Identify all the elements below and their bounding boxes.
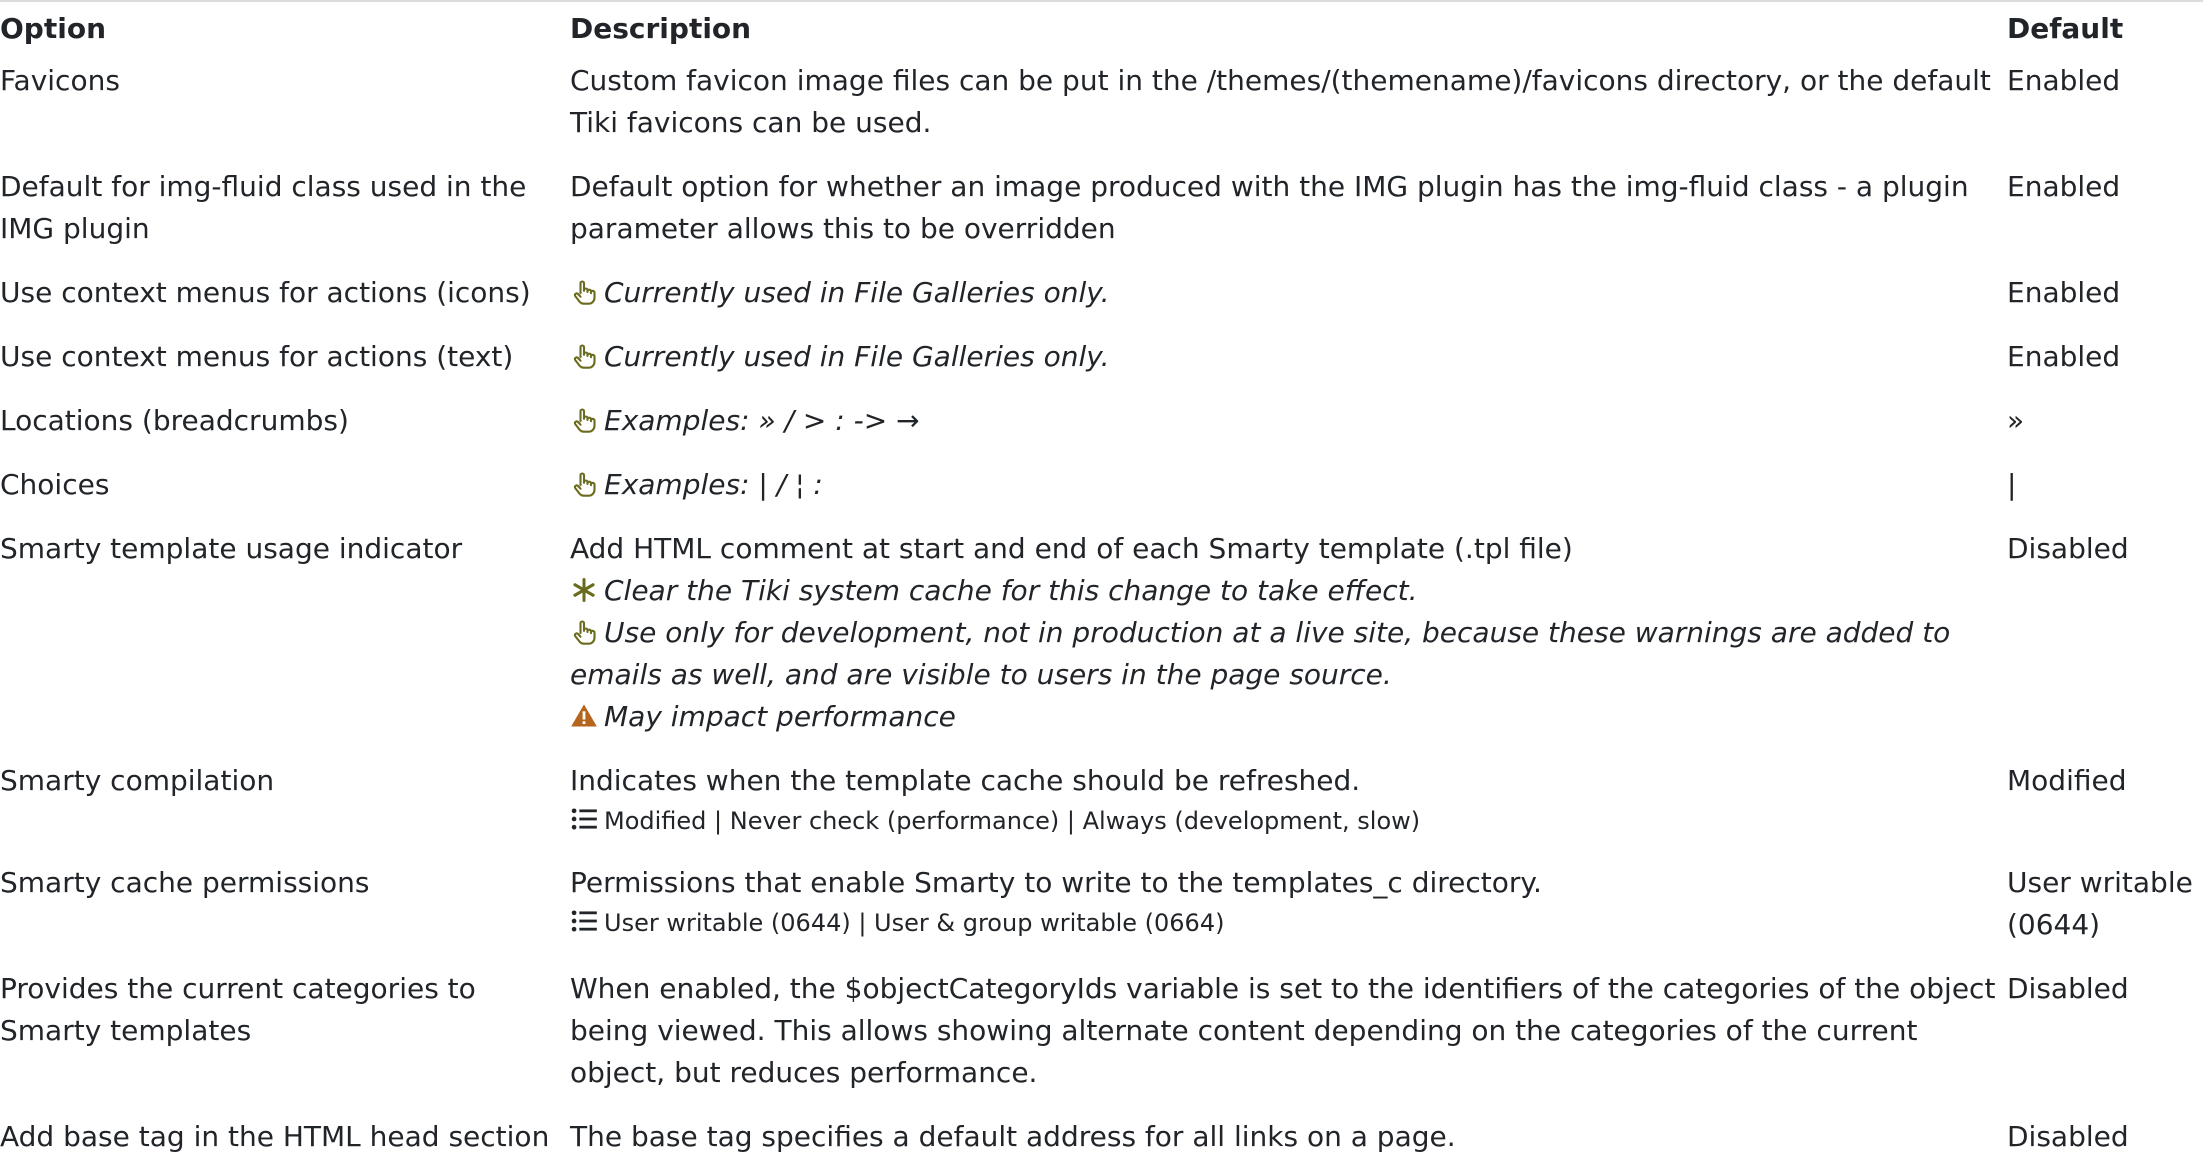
option-description: When enabled, the $objectCategoryIds var… <box>562 958 1999 1106</box>
option-name: Default for img-fluid class used in the … <box>0 170 527 245</box>
description-text: When enabled, the $objectCategoryIds var… <box>570 972 1996 1089</box>
description-text: Indicates when the template cache should… <box>570 764 1361 797</box>
header-option: Option <box>0 12 106 45</box>
option-values-text: Modified | Never check (performance) | A… <box>604 807 1421 835</box>
list-icon <box>570 805 598 833</box>
hand-pointer-icon <box>570 406 598 434</box>
option-name: Add base tag in the HTML head section <box>0 1120 550 1153</box>
table-row: Choices Examples: | / ¦ : | <box>0 454 2203 518</box>
description-text: Default option for whether an image prod… <box>570 170 1969 245</box>
default-value: Disabled <box>2007 532 2129 565</box>
description-text: Custom favicon image files can be put in… <box>570 64 1991 139</box>
option-values: Modified | Never check (performance) | A… <box>570 802 1999 840</box>
option-name: Use context menus for actions (icons) <box>0 276 531 309</box>
table-row: Smarty template usage indicator Add HTML … <box>0 518 2203 750</box>
option-values-text: User writable (0644) | User & group writ… <box>604 909 1225 937</box>
default-value: Enabled <box>2007 276 2121 309</box>
option-description: Default option for whether an image prod… <box>562 156 1999 262</box>
table-row: Smarty compilation Indicates when the tem… <box>0 750 2203 852</box>
hand-pointer-icon <box>570 618 598 646</box>
default-value: Enabled <box>2007 64 2121 97</box>
table-row: Favicons Custom favicon image files can b… <box>0 54 2203 156</box>
default-value: Disabled <box>2007 1120 2129 1153</box>
tip-note-text: Use only for development, not in product… <box>570 616 1951 691</box>
tip-note-text: Examples: » / > : -> → <box>604 404 920 437</box>
tip-note: Examples: » / > : -> → <box>570 400 1999 442</box>
table-row: Provides the current categories to Smart… <box>0 958 2203 1106</box>
option-name: Smarty cache permissions <box>0 866 370 899</box>
table-row: Default for img-fluid class used in the … <box>0 156 2203 262</box>
preferences-table: Option Description Default Favicons Custo… <box>0 4 2203 1170</box>
tip-note: Use only for development, not in product… <box>570 612 1999 696</box>
default-value: Enabled <box>2007 340 2121 373</box>
option-description: Add HTML comment at start and end of eac… <box>562 518 1999 750</box>
description-text: Permissions that enable Smarty to write … <box>570 866 1542 899</box>
default-value: Disabled <box>2007 972 2129 1005</box>
option-name: Smarty compilation <box>0 764 275 797</box>
option-description: Permissions that enable Smarty to write … <box>562 852 1999 958</box>
option-description: Currently used in File Galleries only. <box>562 326 1999 390</box>
option-description: Indicates when the template cache should… <box>562 750 1999 852</box>
tip-note-text: Currently used in File Galleries only. <box>604 276 1110 309</box>
hand-pointer-icon <box>570 278 598 306</box>
top-border <box>0 0 2203 2</box>
option-description: Custom favicon image files can be put in… <box>562 54 1999 156</box>
option-description: Examples: » / > : -> → <box>562 390 1999 454</box>
option-description: The base tag specifies a default address… <box>562 1106 1999 1170</box>
header-description: Description <box>570 12 752 45</box>
warning-note-text: May impact performance <box>604 700 956 733</box>
option-name: Use context menus for actions (text) <box>0 340 514 373</box>
table-row: Locations (breadcrumbs) Examples: » / > :… <box>0 390 2203 454</box>
description-text: The base tag specifies a default address… <box>570 1120 1456 1153</box>
header-row: Option Description Default <box>0 4 2203 54</box>
table-row: Use context menus for actions (icons) Cur… <box>0 262 2203 326</box>
list-icon <box>570 907 598 935</box>
cache-note: Clear the Tiki system cache for this cha… <box>570 570 1999 612</box>
option-name: Favicons <box>0 64 120 97</box>
default-value: » <box>2007 404 2025 437</box>
asterisk-icon <box>570 576 598 604</box>
cache-note-text: Clear the Tiki system cache for this cha… <box>604 574 1418 607</box>
default-value: Enabled <box>2007 170 2121 203</box>
tip-note: Examples: | / ¦ : <box>570 464 1999 506</box>
option-name: Choices <box>0 468 110 501</box>
hand-pointer-icon <box>570 470 598 498</box>
table-row: Add base tag in the HTML head section The… <box>0 1106 2203 1170</box>
table-row: Use context menus for actions (text) Curr… <box>0 326 2203 390</box>
description-text: Add HTML comment at start and end of eac… <box>570 532 1573 565</box>
option-name: Provides the current categories to Smart… <box>0 972 476 1047</box>
tip-note-text: Currently used in File Galleries only. <box>604 340 1110 373</box>
warning-note: May impact performance <box>570 696 1999 738</box>
table-row: Smarty cache permissions Permissions that… <box>0 852 2203 958</box>
option-description: Examples: | / ¦ : <box>562 454 1999 518</box>
default-value: | <box>2007 468 2017 501</box>
option-name: Locations (breadcrumbs) <box>0 404 349 437</box>
tip-note: Currently used in File Galleries only. <box>570 272 1999 314</box>
tip-note-text: Examples: | / ¦ : <box>604 468 823 501</box>
hand-pointer-icon <box>570 342 598 370</box>
header-default: Default <box>2007 12 2124 45</box>
option-values: User writable (0644) | User & group writ… <box>570 904 1999 942</box>
warning-icon <box>570 702 598 730</box>
option-name: Smarty template usage indicator <box>0 532 463 565</box>
default-value: Modified <box>2007 764 2127 797</box>
tip-note: Currently used in File Galleries only. <box>570 336 1999 378</box>
default-value: User writable (0644) <box>2007 866 2193 941</box>
option-description: Currently used in File Galleries only. <box>562 262 1999 326</box>
